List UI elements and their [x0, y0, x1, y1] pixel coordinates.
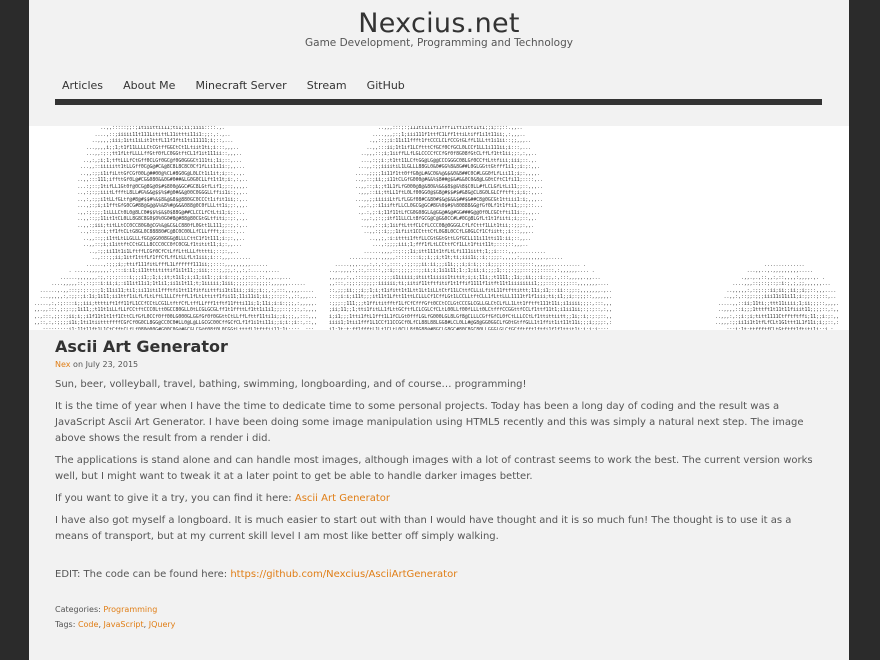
tag-link-code[interactable]: Code: [78, 620, 98, 629]
nav-item-github[interactable]: GitHub: [367, 72, 405, 92]
nav-item-articles[interactable]: Articles: [62, 72, 103, 92]
author-link[interactable]: Nex: [55, 360, 71, 369]
ascii-art-far-right-figure: .............. ...,,..,.,,,,,,,,,..... .…: [712, 262, 840, 331]
tag-link-javascript[interactable]: JavaScript: [104, 620, 144, 629]
paragraph-edit: EDIT: The code can be found here: https:…: [55, 567, 825, 583]
github-code-link[interactable]: https://github.com/Nexcius/AsciiArtGener…: [230, 569, 457, 580]
date-prefix: on: [70, 360, 86, 369]
categories-row: Categories: Programming: [55, 602, 175, 617]
ascii-art-left-figure: ..,,:::::;;:;1tiiittii11;ti1;ii;iiii::::…: [34, 126, 318, 330]
nav-item-about-me[interactable]: About Me: [123, 72, 175, 92]
page-container: Nexcius.net Game Development, Programmin…: [29, 0, 849, 660]
categories-label: Categories:: [55, 605, 104, 614]
post-date: July 23, 2015: [85, 360, 139, 369]
edit-text: EDIT: The code can be found here:: [55, 569, 231, 580]
nav-item-minecraft-server[interactable]: Minecraft Server: [196, 72, 287, 92]
paragraph-longboard: I have also got myself a longboard. It i…: [55, 515, 792, 542]
site-description: Game Development, Programming and Techno…: [305, 37, 573, 49]
tags-row: Tags: Code, JavaScript, JQuery: [55, 617, 175, 632]
try-it-text: If you want to give it a try, you can fi…: [55, 493, 295, 504]
category-link-programming[interactable]: Programming: [103, 605, 157, 614]
paragraph-intro: Sun, beer, volleyball, travel, bathing, …: [55, 379, 527, 390]
ascii-generator-link[interactable]: Ascii Art Generator: [295, 493, 390, 504]
nav-divider: [55, 99, 822, 105]
post-meta: Nex on July 23, 2015: [55, 360, 138, 369]
tags-label: Tags:: [55, 620, 78, 629]
paragraph-projects: It is the time of year when I have the t…: [55, 401, 804, 444]
nav-item-stream[interactable]: Stream: [307, 72, 347, 92]
paragraph-application: The applications is stand alone and can …: [55, 455, 813, 482]
ascii-art-hero-image: ..,,:::::;;:;1tiiittii11;ti1;ii;iiii::::…: [29, 126, 849, 330]
ascii-art-right-figure: ..,,,:::;:;111ti1i1fi1fff11tt1itt11t1;;i…: [329, 126, 613, 330]
paragraph-try-it: If you want to give it a try, you can fi…: [55, 491, 825, 507]
post-title[interactable]: Ascii Art Generator: [55, 337, 228, 356]
post-content: Sun, beer, volleyball, travel, bathing, …: [55, 377, 825, 589]
post-taxonomy: Categories: Programming Tags: Code, Java…: [55, 602, 175, 632]
tag-link-jquery[interactable]: JQuery: [149, 620, 176, 629]
site-title[interactable]: Nexcius.net: [29, 8, 849, 39]
